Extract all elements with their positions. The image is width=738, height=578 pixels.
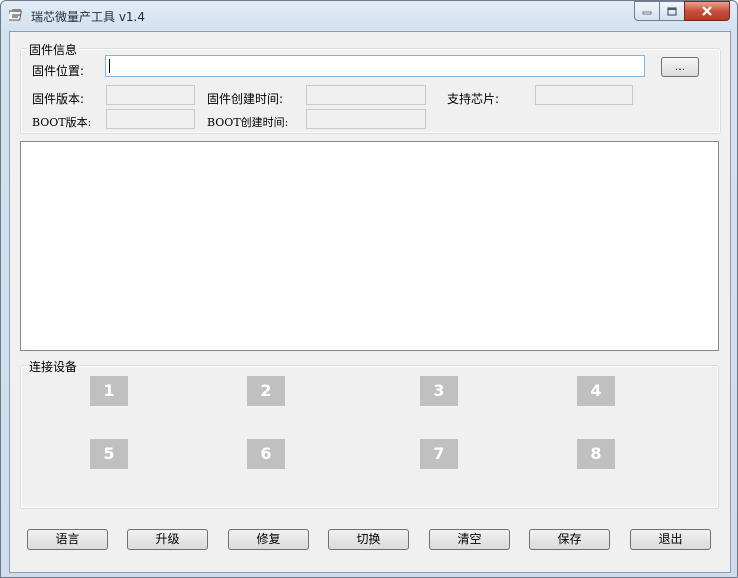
firmware-info-legend: 固件信息 <box>27 41 80 58</box>
clear-button[interactable]: 清空 <box>429 529 510 550</box>
firmware-create-time-label: 固件创建时间: <box>207 92 284 106</box>
caption-buttons <box>634 1 730 21</box>
firmware-location-label: 固件位置: <box>32 64 85 78</box>
device-slot-5[interactable]: 5 <box>90 439 128 469</box>
supported-chip-label: 支持芯片: <box>447 92 500 106</box>
firmware-version-label: 固件版本: <box>32 92 85 106</box>
title-bar[interactable]: 瑞芯微量产工具 v1.4 <box>1 1 737 31</box>
window-title: 瑞芯微量产工具 v1.4 <box>31 10 146 24</box>
supported-chip-value <box>535 85 633 105</box>
boot-create-time-value <box>306 109 426 129</box>
log-textarea[interactable] <box>20 141 719 351</box>
close-button[interactable] <box>684 1 730 21</box>
switch-button[interactable]: 切换 <box>328 529 409 550</box>
connected-devices-group: 连接设备 1 2 3 4 5 6 7 8 <box>20 358 719 509</box>
firmware-location-input[interactable] <box>105 55 645 77</box>
save-button[interactable]: 保存 <box>529 529 610 550</box>
minimize-icon <box>642 11 652 15</box>
boot-version-value <box>106 109 195 129</box>
device-slot-3[interactable]: 3 <box>420 376 458 406</box>
language-button[interactable]: 语言 <box>27 529 108 550</box>
minimize-button[interactable] <box>634 1 660 21</box>
firmware-create-time-value <box>306 85 426 105</box>
boot-create-time-label: BOOT创建时间: <box>207 116 289 129</box>
firmware-info-group: 固件信息 固件位置: ... 固件版本: 固件创建时间: 支持芯片: BOOT版… <box>20 41 721 134</box>
text-caret <box>109 59 110 73</box>
device-slot-2[interactable]: 2 <box>247 376 285 406</box>
device-slot-8[interactable]: 8 <box>577 439 615 469</box>
browse-button[interactable]: ... <box>661 57 699 77</box>
device-slot-6[interactable]: 6 <box>247 439 285 469</box>
device-slot-7[interactable]: 7 <box>420 439 458 469</box>
repair-button[interactable]: 修复 <box>228 529 309 550</box>
device-slot-4[interactable]: 4 <box>577 376 615 406</box>
firmware-version-value <box>106 85 195 105</box>
device-slot-1[interactable]: 1 <box>90 376 128 406</box>
main-window: 瑞芯微量产工具 v1.4 固件信息 固件位置: ... 固件版本: 固件创建时间… <box>0 0 738 578</box>
maximize-icon <box>667 6 677 16</box>
boot-version-label: BOOT版本: <box>32 116 92 129</box>
maximize-button[interactable] <box>659 1 685 21</box>
connected-devices-legend: 连接设备 <box>27 358 80 375</box>
exit-button[interactable]: 退出 <box>630 529 711 550</box>
close-icon <box>702 6 712 16</box>
upgrade-button[interactable]: 升级 <box>127 529 208 550</box>
usb-tool-icon <box>9 9 22 21</box>
client-area: 固件信息 固件位置: ... 固件版本: 固件创建时间: 支持芯片: BOOT版… <box>9 31 731 573</box>
